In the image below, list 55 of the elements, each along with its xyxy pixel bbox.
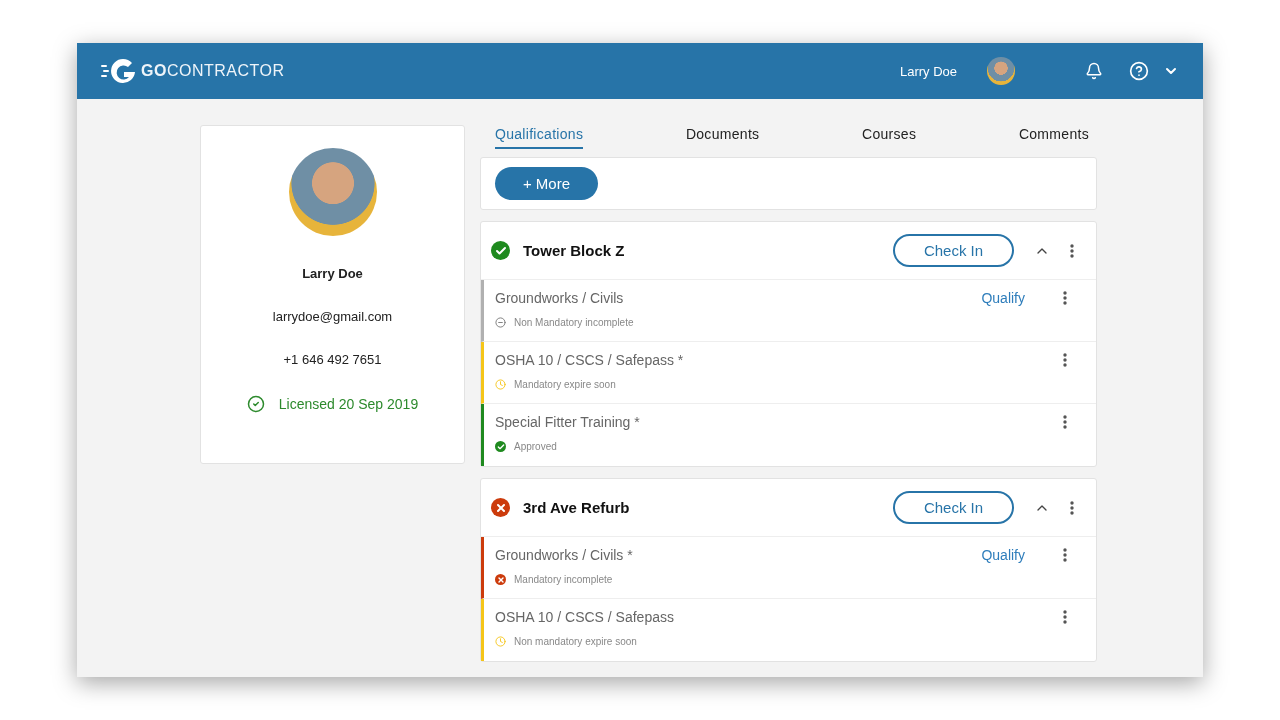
more-options-button[interactable] — [1063, 415, 1067, 429]
bell-icon — [1085, 62, 1103, 80]
qualification-title: OSHA 10 / CSCS / Safepass — [495, 609, 675, 625]
x-icon — [495, 574, 506, 585]
check-icon — [491, 241, 510, 260]
minus-circle-icon — [495, 317, 506, 328]
more-options-button[interactable] — [1070, 500, 1074, 515]
check-in-button[interactable]: Check In — [893, 234, 1014, 267]
more-options-button[interactable] — [1063, 548, 1067, 562]
more-options-button[interactable] — [1063, 291, 1067, 305]
site-name: Tower Block Z — [523, 242, 625, 259]
tab[interactable]: Courses — [862, 125, 917, 149]
more-options-button[interactable] — [1063, 610, 1067, 624]
vertical-dots-icon — [1070, 243, 1074, 258]
clock-icon — [495, 636, 506, 647]
logo-icon — [101, 57, 137, 85]
clock-icon — [495, 379, 506, 390]
vertical-dots-icon — [1070, 500, 1074, 515]
license-status: Licensed 20 Sep 2019 — [278, 396, 419, 412]
help-button[interactable] — [1129, 61, 1149, 81]
vertical-dots-icon — [1063, 291, 1067, 305]
user-name: Larry Doe — [899, 63, 957, 79]
tab[interactable]: Comments — [1018, 125, 1089, 149]
qualification-status: Approved — [514, 441, 557, 452]
x-icon — [491, 498, 510, 517]
qualification-status: Non Mandatory incomplete — [514, 317, 634, 328]
qualification-title: OSHA 10 / CSCS / Safepass * — [495, 352, 685, 368]
tab[interactable]: Qualifications — [495, 125, 584, 149]
vertical-dots-icon — [1063, 610, 1067, 624]
avatar[interactable] — [987, 57, 1015, 85]
qualification-status: Mandatory expire soon — [514, 379, 616, 390]
check-circle-icon — [246, 395, 265, 413]
profile-name: Larry Doe — [302, 266, 363, 281]
tab[interactable]: Documents — [685, 125, 760, 149]
qualify-link[interactable]: Qualify — [981, 290, 1025, 306]
profile-phone: +1 646 492 7651 — [283, 352, 382, 367]
more-options-button[interactable] — [1070, 243, 1074, 258]
vertical-dots-icon — [1063, 415, 1067, 429]
vertical-dots-icon — [1063, 353, 1067, 367]
logo-text: GOCONTRACTOR — [141, 62, 285, 80]
check-icon — [495, 441, 506, 452]
help-icon — [1129, 61, 1149, 81]
check-in-button[interactable]: Check In — [893, 491, 1014, 524]
qualification-status: Non mandatory expire soon — [514, 636, 637, 647]
qualify-link[interactable]: Qualify — [981, 547, 1025, 563]
notifications-button[interactable] — [1085, 62, 1103, 80]
qualification-status: Mandatory incomplete — [514, 574, 613, 585]
site-name: 3rd Ave Refurb — [523, 499, 630, 516]
qualification-title: Special Fitter Training * — [495, 414, 641, 430]
more-button[interactable]: + More — [495, 167, 598, 200]
qualification-title: Groundworks / Civils * — [495, 547, 634, 563]
profile-email: larrydoe@gmail.com — [272, 309, 393, 324]
more-options-button[interactable] — [1063, 353, 1067, 367]
vertical-dots-icon — [1063, 548, 1067, 562]
qualification-title: Groundworks / Civils — [495, 290, 625, 306]
